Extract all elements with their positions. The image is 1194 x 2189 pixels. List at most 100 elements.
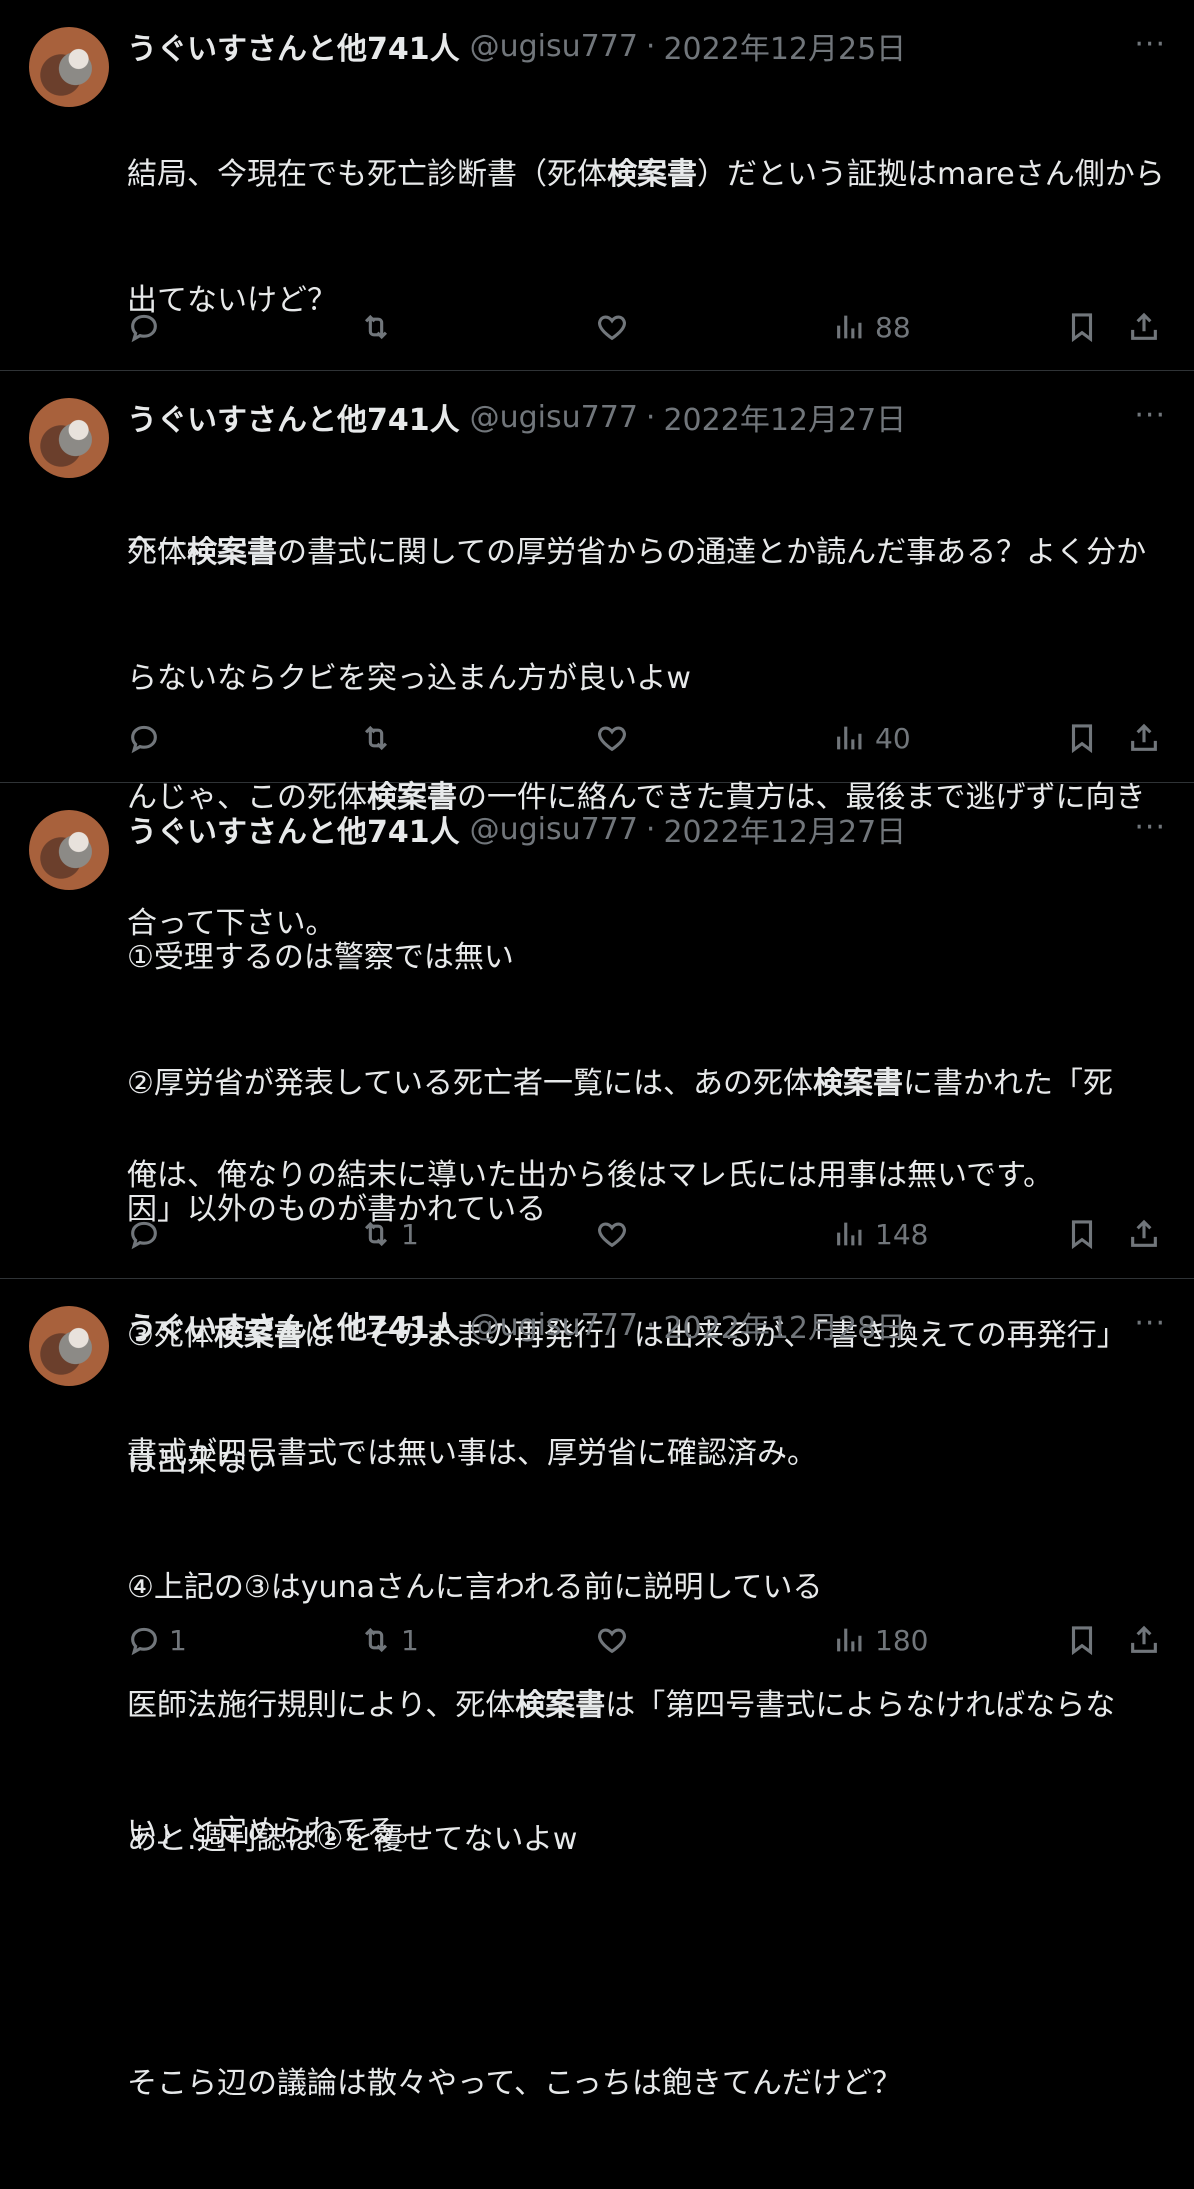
tweet-actions: 88: [127, 307, 1164, 347]
views-count: 88: [875, 310, 911, 344]
reply-icon: [131, 314, 157, 343]
tweet[interactable]: うぐいすさんと他741人 @ugisu777 · 2022年12月27日 ···…: [0, 783, 1194, 1857]
separator-dot: ·: [645, 1307, 656, 1343]
like-button[interactable]: [595, 307, 637, 347]
retweet-button[interactable]: 1: [359, 1620, 419, 1660]
retweet-count: 1: [401, 1623, 419, 1657]
more-icon[interactable]: ···: [1134, 30, 1166, 60]
tweet-date[interactable]: 2022年12月25日: [663, 24, 906, 68]
share-icon: [1131, 1219, 1157, 1247]
retweet-count: 1: [401, 1217, 419, 1251]
tweet-text-line: ②厚労省が発表している死亡者一覧には、あの死体検案書に書かれた「死: [127, 1066, 1113, 1101]
views-count: 148: [875, 1217, 929, 1251]
tweet-actions: 1 1 180: [127, 1620, 1164, 1660]
reply-button[interactable]: [127, 718, 169, 758]
tweet-date[interactable]: 2022年12月27日: [663, 807, 906, 851]
tweet-header: うぐいすさんと他741人 @ugisu777 · 2022年12月28日: [127, 1301, 1174, 1349]
retweet-button[interactable]: 1: [359, 1214, 419, 1254]
more-icon[interactable]: ···: [1134, 813, 1166, 843]
reply-icon: [131, 1627, 157, 1656]
avatar[interactable]: [29, 1306, 109, 1386]
tweet-content: うぐいすさんと他741人 @ugisu777 · 2022年12月28日 ···…: [127, 1301, 1174, 2189]
bookmark-icon: [1071, 724, 1093, 754]
reply-icon: [131, 1221, 157, 1250]
reply-button[interactable]: 1: [127, 1620, 187, 1660]
tweet-header: うぐいすさんと他741人 @ugisu777 · 2022年12月25日: [127, 22, 1174, 70]
bookmark-button[interactable]: [1065, 718, 1099, 758]
user-handle[interactable]: @ugisu777: [470, 400, 638, 435]
like-button[interactable]: [595, 1214, 637, 1254]
separator-dot: ·: [645, 399, 656, 435]
views-icon: [837, 726, 862, 750]
tweet-date[interactable]: 2022年12月28日: [663, 1303, 906, 1347]
share-icon: [1131, 1625, 1157, 1653]
views-button[interactable]: 148: [833, 1214, 928, 1254]
like-button[interactable]: [595, 718, 637, 758]
user-handle[interactable]: @ugisu777: [470, 29, 638, 64]
more-icon[interactable]: ···: [1134, 1309, 1166, 1339]
tweet-text-line: [127, 1559, 1174, 1601]
reply-button[interactable]: [127, 307, 169, 347]
tweet[interactable]: うぐいすさんと他741人 @ugisu777 · 2022年12月25日 ···…: [0, 0, 1194, 696]
views-count: 180: [875, 1623, 929, 1657]
retweet-icon: [364, 1221, 388, 1247]
tweet[interactable]: うぐいすさんと他741人 @ugisu777 · 2022年12月28日 ···…: [0, 1279, 1194, 2101]
tweet-text-line: 書式が四号書式では無い事は、厚労省に確認済み。: [127, 1436, 817, 1471]
bookmark-button[interactable]: [1065, 1620, 1099, 1660]
reply-button[interactable]: [127, 1214, 169, 1254]
tweet-text-line: [127, 1937, 1174, 1979]
bookmark-icon: [1071, 313, 1093, 343]
tweet-text-line: へー。: [127, 528, 217, 563]
views-count: 40: [875, 721, 911, 755]
share-button[interactable]: [1127, 1214, 1161, 1254]
tweet-feed: うぐいすさんと他741人 @ugisu777 · 2022年12月25日 ···…: [0, 0, 1194, 2101]
retweet-icon: [364, 725, 388, 751]
highlighted-term: 検案書: [813, 1066, 903, 1101]
bookmark-button[interactable]: [1065, 1214, 1099, 1254]
share-icon: [1131, 723, 1157, 751]
tweet-header: うぐいすさんと他741人 @ugisu777 · 2022年12月27日: [127, 805, 1174, 853]
user-handle[interactable]: @ugisu777: [470, 1308, 638, 1343]
tweet-text-line: い」と定められてる。: [127, 1814, 427, 1849]
more-icon[interactable]: ···: [1134, 401, 1166, 431]
tweet-actions: 1 148: [127, 1214, 1164, 1254]
like-icon: [598, 315, 626, 341]
reply-count: 1: [169, 1623, 187, 1657]
tweet-text-line: そこら辺の議論は散々やって、こっちは飽きてんだけど？: [127, 2066, 902, 2101]
tweet-text-line: 医師法施行規則により、死体検案書は「第四号書式によらなければならな: [127, 1688, 1116, 1723]
like-icon: [598, 1222, 626, 1248]
share-button[interactable]: [1127, 1620, 1161, 1660]
retweet-button[interactable]: [359, 718, 401, 758]
separator-dot: ·: [645, 28, 656, 64]
views-button[interactable]: 180: [833, 1620, 928, 1660]
views-icon: [837, 315, 862, 339]
like-button[interactable]: [595, 1620, 637, 1660]
bookmark-icon: [1071, 1626, 1093, 1656]
tweet[interactable]: うぐいすさんと他741人 @ugisu777 · 2022年12月27日 ···…: [0, 371, 1194, 1193]
display-name[interactable]: うぐいすさんと他741人: [127, 395, 460, 439]
tweet-text-line: [127, 651, 1174, 693]
tweet-text-line: 結局、今現在でも死亡診断書（死体検案書）だという証拠はmareさん側から: [127, 157, 1165, 192]
views-icon: [837, 1222, 862, 1246]
retweet-button[interactable]: [359, 307, 401, 347]
views-button[interactable]: 40: [833, 718, 911, 758]
reply-icon: [131, 725, 157, 754]
avatar[interactable]: [29, 398, 109, 478]
views-button[interactable]: 88: [833, 307, 911, 347]
share-button[interactable]: [1127, 718, 1161, 758]
tweet-date[interactable]: 2022年12月27日: [663, 395, 906, 439]
like-icon: [598, 1628, 626, 1654]
tweet-actions: 40: [127, 718, 1164, 758]
display-name[interactable]: うぐいすさんと他741人: [127, 1303, 460, 1347]
share-button[interactable]: [1127, 307, 1161, 347]
like-icon: [598, 726, 626, 752]
avatar[interactable]: [29, 810, 109, 890]
display-name[interactable]: うぐいすさんと他741人: [127, 807, 460, 851]
share-icon: [1131, 312, 1157, 340]
retweet-icon: [364, 1627, 388, 1653]
display-name[interactable]: うぐいすさんと他741人: [127, 24, 460, 68]
avatar[interactable]: [29, 27, 109, 107]
bookmark-icon: [1071, 1220, 1093, 1250]
bookmark-button[interactable]: [1065, 307, 1099, 347]
user-handle[interactable]: @ugisu777: [470, 812, 638, 847]
